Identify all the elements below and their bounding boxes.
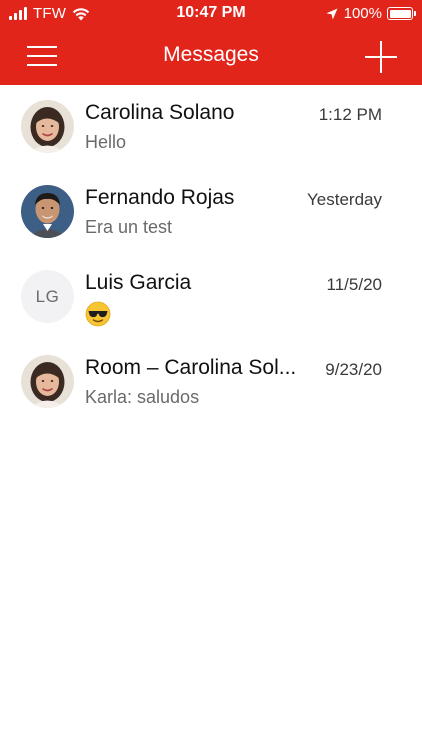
status-right: 100%	[326, 5, 416, 22]
battery-fill	[389, 9, 411, 18]
conversation-row-fernando-rojas[interactable]: Fernando Rojas Yesterday Era un test	[0, 170, 422, 255]
conversation-time: Yesterday	[307, 190, 382, 209]
conversation-time: 11/5/20	[326, 275, 382, 294]
plus-icon[interactable]	[364, 40, 398, 74]
battery-icon	[387, 7, 416, 20]
avatar-initials: LG	[21, 270, 74, 323]
avatar-photo-fernando	[21, 185, 74, 238]
conversation-row-room-carolina[interactable]: Room – Carolina Sol... 9/23/20 Karla: sa…	[0, 340, 422, 425]
conversation-name: Room – Carolina Sol...	[85, 356, 297, 379]
conversation-name: Carolina Solano	[85, 101, 235, 124]
app-header: TFW 10:47 PM 100% Messages	[0, 0, 422, 85]
conversation-time: 1:12 PM	[318, 105, 382, 124]
battery-percent: 100%	[343, 5, 382, 22]
conversation-name: Fernando Rojas	[85, 186, 235, 209]
avatar-photo-carolina	[21, 100, 74, 153]
conversation-row-carolina-solano[interactable]: Carolina Solano 1:12 PM Hello	[0, 85, 422, 170]
status-bar: TFW 10:47 PM 100%	[0, 0, 422, 28]
sunglasses-emoji-icon	[85, 301, 111, 327]
conversation-preview: Karla: saludos	[85, 387, 200, 407]
conversation-time: 9/23/20	[325, 360, 382, 379]
conversation-row-luis-garcia[interactable]: LG Luis Garcia 11/5/20	[0, 255, 422, 340]
conversation-preview: Era un test	[85, 217, 173, 237]
conversation-name: Luis Garcia	[85, 271, 192, 294]
nav-bar: Messages	[0, 30, 422, 85]
conversation-preview: Hello	[85, 132, 127, 152]
location-arrow-icon	[326, 8, 338, 19]
page-title: Messages	[163, 43, 259, 66]
avatar-photo-room	[21, 355, 74, 408]
